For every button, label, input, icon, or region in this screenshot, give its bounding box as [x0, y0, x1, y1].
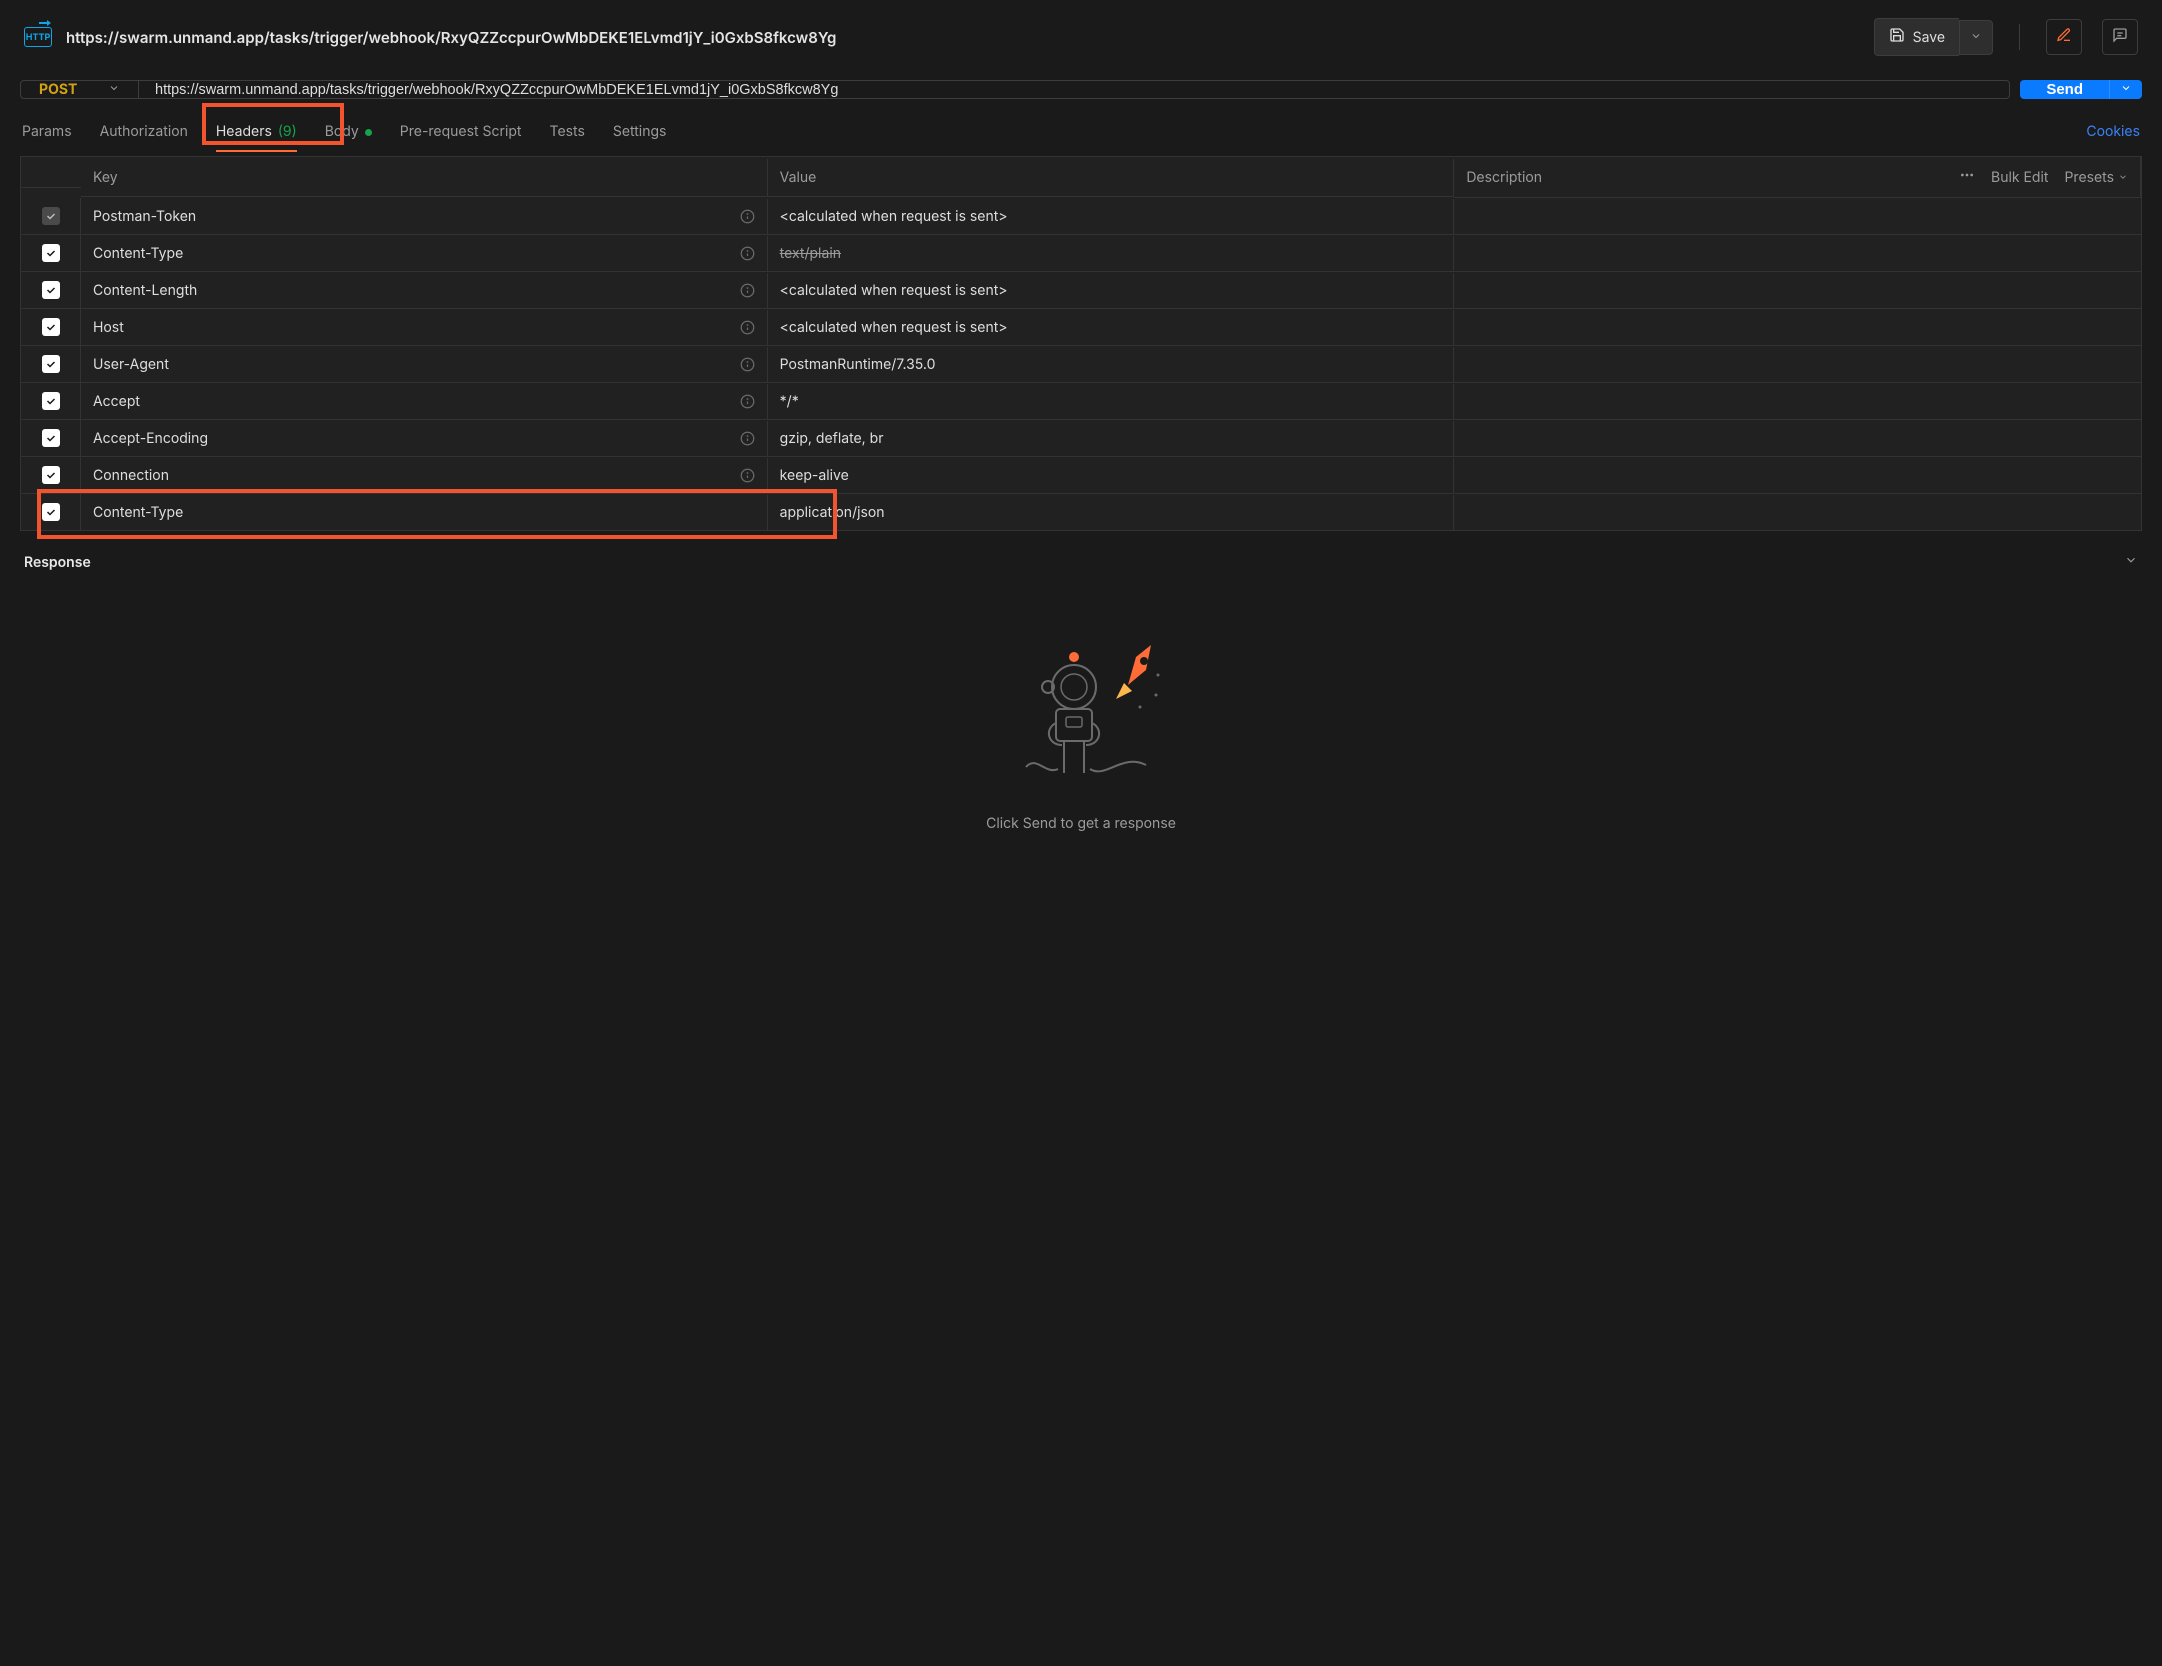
header-key[interactable]: Postman-Token — [93, 208, 196, 225]
save-button[interactable]: Save — [1874, 18, 1959, 56]
header-value[interactable]: text/plain — [780, 245, 841, 262]
row-checkbox[interactable] — [42, 503, 60, 521]
save-icon — [1889, 27, 1905, 47]
info-icon — [740, 246, 755, 261]
send-dropdown-button[interactable] — [2109, 80, 2142, 99]
header-value[interactable]: gzip, deflate, br — [780, 430, 884, 447]
header-value[interactable]: application/json — [780, 504, 885, 521]
chevron-down-icon — [2120, 82, 2132, 97]
row-checkbox[interactable] — [42, 355, 60, 373]
table-row: Content-Type text/plain — [21, 235, 2141, 272]
row-checkbox[interactable] — [42, 392, 60, 410]
header-key[interactable]: Content-Type — [93, 245, 183, 262]
header-description[interactable] — [1454, 244, 2141, 262]
col-key: Key — [81, 159, 768, 197]
header-key[interactable]: Content-Type — [93, 504, 183, 521]
header-description[interactable] — [1454, 392, 2141, 410]
header-description[interactable] — [1454, 503, 2141, 521]
tab-params[interactable]: Params — [22, 123, 72, 152]
send-button[interactable]: Send — [2020, 80, 2109, 99]
save-button-label: Save — [1913, 29, 1945, 46]
table-row: Postman-Token <calculated when request is… — [21, 198, 2141, 235]
chevron-down-icon — [108, 81, 120, 98]
more-options-button[interactable] — [1959, 167, 1975, 187]
header-description[interactable] — [1454, 281, 2141, 299]
http-method-select[interactable]: POST — [21, 81, 139, 98]
send-button-label: Send — [2046, 81, 2083, 98]
chevron-down-icon — [1970, 29, 1982, 46]
tab-headers-count: (9) — [278, 123, 297, 140]
header-key[interactable]: Accept-Encoding — [93, 430, 208, 447]
tab-tests[interactable]: Tests — [550, 123, 585, 152]
http-method-icon: HTTP — [24, 27, 52, 47]
body-changed-dot-icon — [359, 123, 372, 140]
table-row: Content-Length <calculated when request i… — [21, 272, 2141, 309]
comments-button[interactable] — [2102, 19, 2138, 55]
table-row: Accept-Encoding gzip, deflate, br — [21, 420, 2141, 457]
tab-settings[interactable]: Settings — [613, 123, 667, 152]
row-checkbox[interactable] — [42, 281, 60, 299]
info-icon — [740, 468, 755, 483]
row-checkbox — [42, 207, 60, 225]
header-key[interactable]: Host — [93, 319, 124, 336]
header-key[interactable]: Accept — [93, 393, 140, 410]
table-row: User-Agent PostmanRuntime/7.35.0 — [21, 346, 2141, 383]
header-key[interactable]: Content-Length — [93, 282, 197, 299]
col-checkbox — [21, 167, 81, 188]
row-checkbox[interactable] — [42, 466, 60, 484]
tab-headers[interactable]: Headers (9) — [216, 123, 297, 152]
tab-authorization[interactable]: Authorization — [100, 123, 188, 152]
cookies-link[interactable]: Cookies — [2086, 123, 2140, 152]
save-dropdown-button[interactable] — [1959, 20, 1993, 55]
row-checkbox[interactable] — [42, 244, 60, 262]
empty-response-text: Click Send to get a response — [986, 815, 1176, 832]
header-description[interactable] — [1454, 207, 2141, 225]
response-collapse-button[interactable] — [2124, 553, 2138, 571]
info-icon — [740, 283, 755, 298]
col-value: Value — [768, 159, 1455, 197]
header-description[interactable] — [1454, 355, 2141, 373]
table-row: Accept */* — [21, 383, 2141, 420]
presets-dropdown[interactable]: Presets — [2064, 169, 2128, 186]
request-url-input[interactable] — [139, 81, 2009, 98]
header-value[interactable]: <calculated when request is sent> — [780, 319, 1008, 336]
headers-table: Key Value Description Bulk Edit Presets … — [20, 156, 2142, 531]
request-title: https://swarm.unmand.app/tasks/trigger/w… — [66, 28, 836, 47]
info-icon — [740, 357, 755, 372]
empty-response-illustration — [996, 645, 1166, 789]
header-value[interactable]: <calculated when request is sent> — [780, 282, 1008, 299]
header-value[interactable]: PostmanRuntime/7.35.0 — [780, 356, 936, 373]
table-row: Host <calculated when request is sent> — [21, 309, 2141, 346]
header-key[interactable]: User-Agent — [93, 356, 169, 373]
row-checkbox[interactable] — [42, 318, 60, 336]
header-key[interactable]: Connection — [93, 467, 169, 484]
tab-body[interactable]: Body — [325, 123, 372, 152]
info-icon — [740, 394, 755, 409]
header-value[interactable]: */* — [780, 393, 799, 410]
toolbar-divider — [2019, 24, 2020, 50]
comment-icon — [2112, 27, 2128, 47]
header-description[interactable] — [1454, 318, 2141, 336]
col-description: Description Bulk Edit Presets — [1454, 157, 2141, 198]
header-description[interactable] — [1454, 429, 2141, 447]
table-header: Key Value Description Bulk Edit Presets — [21, 157, 2141, 198]
edit-button[interactable] — [2046, 19, 2082, 55]
info-icon — [740, 431, 755, 446]
info-icon — [740, 320, 755, 335]
header-value[interactable]: <calculated when request is sent> — [780, 208, 1008, 225]
table-row: Content-Type application/json — [21, 494, 2141, 531]
tab-pre-request-script[interactable]: Pre-request Script — [400, 123, 522, 152]
info-icon — [740, 209, 755, 224]
row-checkbox[interactable] — [42, 429, 60, 447]
table-row: Connection keep-alive — [21, 457, 2141, 494]
header-description[interactable] — [1454, 466, 2141, 484]
response-section-label: Response — [24, 554, 91, 571]
pencil-icon — [2056, 27, 2072, 47]
header-value[interactable]: keep-alive — [780, 467, 849, 484]
bulk-edit-button[interactable]: Bulk Edit — [1991, 169, 2048, 186]
http-method-label: POST — [39, 81, 77, 98]
